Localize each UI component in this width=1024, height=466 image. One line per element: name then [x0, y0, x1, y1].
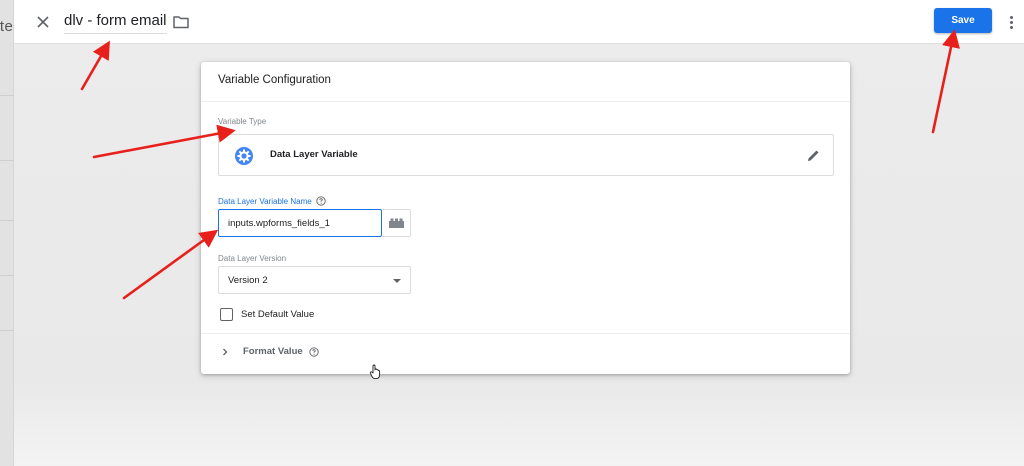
top-bar: dlv - form email Save	[14, 0, 1024, 44]
default-value-label: Set Default Value	[241, 309, 315, 320]
format-value-label: Format Value	[243, 346, 303, 357]
default-value-checkbox[interactable]	[220, 308, 233, 321]
variable-configuration-card: Variable Configuration Variable Type Dat…	[201, 62, 850, 374]
variable-title-input[interactable]: dlv - form email	[64, 12, 167, 34]
variable-type-selector[interactable]: Data Layer Variable	[218, 134, 834, 176]
variable-name-input[interactable]	[218, 209, 382, 237]
variable-name-label: Data Layer Variable Name	[218, 196, 312, 206]
dropdown-caret-icon	[393, 279, 401, 283]
card-title: Variable Configuration	[201, 62, 850, 102]
format-value-toggle[interactable]: Format Value	[220, 346, 319, 357]
help-icon[interactable]	[316, 196, 326, 206]
more-vert-icon[interactable]	[1005, 12, 1017, 32]
insert-variable-button[interactable]	[382, 209, 411, 237]
arrow-to-save-button	[931, 29, 960, 134]
variable-type-label: Variable Type	[218, 117, 267, 126]
version-select[interactable]: Version 2	[218, 266, 411, 294]
background-divider	[0, 95, 14, 96]
variable-name-label-row: Data Layer Variable Name	[218, 196, 326, 206]
background-divider	[0, 220, 14, 221]
background-page-text: ite	[0, 18, 14, 35]
version-selected-value: Version 2	[228, 275, 268, 286]
variable-type-name: Data Layer Variable	[270, 149, 358, 160]
pencil-icon[interactable]	[806, 148, 821, 163]
folder-icon[interactable]	[172, 13, 190, 31]
section-divider	[201, 333, 850, 334]
version-label: Data Layer Version	[218, 254, 287, 263]
background-divider	[0, 275, 14, 276]
mouse-hand-cursor-icon	[369, 364, 381, 380]
save-button[interactable]: Save	[934, 8, 992, 33]
help-icon[interactable]	[309, 346, 319, 357]
default-value-row[interactable]: Set Default Value	[220, 308, 314, 321]
background-divider	[0, 330, 14, 331]
close-button[interactable]	[30, 9, 56, 35]
gear-badge-icon	[235, 147, 253, 165]
chevron-right-icon	[223, 348, 228, 355]
arrow-to-title	[80, 40, 110, 91]
background-divider	[0, 160, 14, 161]
background-page-edge: ite	[0, 0, 14, 466]
variable-lego-icon	[388, 218, 404, 228]
close-icon	[37, 16, 49, 28]
